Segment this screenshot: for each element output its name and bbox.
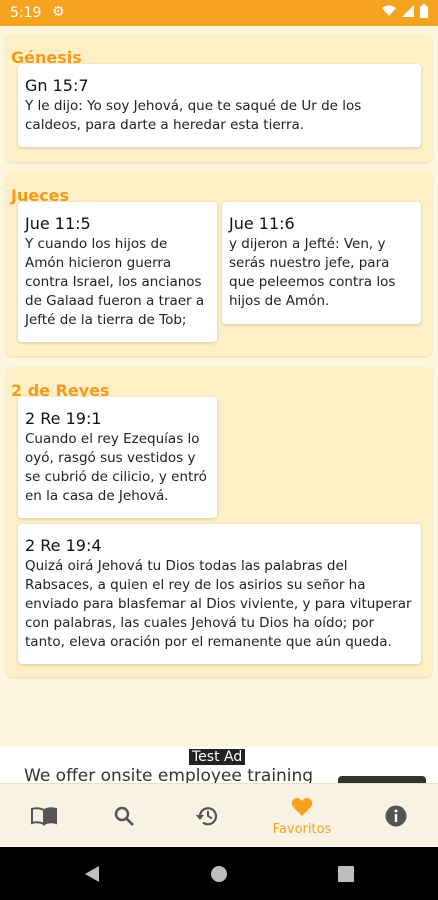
- verse-text: Quizá oirá Jehová tu Dios todas las pala…: [25, 558, 412, 650]
- ad-cta-button[interactable]: [338, 776, 426, 783]
- verse-card[interactable]: Jue 11:6 y dijeron a Jefté: Ven, y serás…: [222, 202, 421, 324]
- nav-history-button[interactable]: [163, 784, 251, 848]
- nav-favorites-button[interactable]: Favoritos: [258, 784, 346, 848]
- verse-reference: Gn 15:7: [25, 76, 89, 95]
- verse-text: Cuando el rey Ezequías lo oyó, rasgó sus…: [25, 431, 207, 504]
- nav-read-button[interactable]: [0, 784, 88, 848]
- recents-icon[interactable]: [338, 866, 354, 882]
- verse-card[interactable]: Gn 15:7 Y le dijo: Yo soy Jehová, que te…: [18, 64, 421, 147]
- section-genesis: Génesis Gn 15:7 Y le dijo: Yo soy Jehová…: [6, 34, 432, 162]
- verse-card[interactable]: 2 Re 19:1 Cuando el rey Ezequías lo oyó,…: [18, 397, 217, 518]
- nav-favorites-label: Favoritos: [272, 822, 332, 837]
- verse-text: Y le dijo: Yo soy Jehová, que te saqué d…: [25, 98, 362, 133]
- section-2-reyes: 2 de Reyes 2 Re 19:1 Cuando el rey Ezequ…: [6, 367, 432, 677]
- ad-label: Test Ad: [189, 749, 246, 765]
- verse-card[interactable]: 2 Re 19:4 Quizá oirá Jehová tu Dios toda…: [18, 524, 421, 664]
- battery-icon: [420, 4, 428, 18]
- info-icon: [385, 805, 407, 827]
- status-icons: [382, 4, 428, 18]
- verse-reference: 2 Re 19:4: [25, 536, 102, 555]
- heart-icon: [291, 797, 313, 816]
- cellular-signal-icon: [402, 5, 414, 17]
- verse-text: y dijeron a Jefté: Ven, y serás nuestro …: [229, 236, 396, 309]
- ad-banner[interactable]: We offer onsite employee training Test A…: [0, 747, 438, 783]
- settings-gear-icon: ⚙: [52, 4, 65, 20]
- verse-reference: Jue 11:5: [25, 214, 91, 233]
- verse-text: Y cuando los hijos de Amón hicieron guer…: [25, 236, 205, 328]
- verse-reference: 2 Re 19:1: [25, 409, 102, 428]
- nav-info-button[interactable]: [352, 784, 438, 848]
- book-icon: [31, 807, 57, 826]
- favorites-list[interactable]: Génesis Gn 15:7 Y le dijo: Yo soy Jehová…: [0, 26, 438, 746]
- status-time: 5:19: [10, 5, 42, 21]
- search-icon: [114, 806, 134, 826]
- verse-reference: Jue 11:6: [229, 214, 295, 233]
- wifi-icon: [382, 5, 396, 16]
- home-icon[interactable]: [210, 865, 228, 883]
- bottom-navigation: Favoritos: [0, 783, 438, 848]
- history-icon: [196, 807, 218, 826]
- system-navigation-bar: [0, 847, 438, 900]
- back-icon[interactable]: [84, 865, 100, 883]
- status-bar: 5:19 ⚙: [0, 0, 438, 26]
- ad-text[interactable]: We offer onsite employee training: [24, 766, 313, 783]
- nav-search-button[interactable]: [80, 784, 168, 848]
- verse-card[interactable]: Jue 11:5 Y cuando los hijos de Amón hici…: [18, 202, 217, 342]
- section-jueces: Jueces Jue 11:5 Y cuando los hijos de Am…: [6, 172, 432, 356]
